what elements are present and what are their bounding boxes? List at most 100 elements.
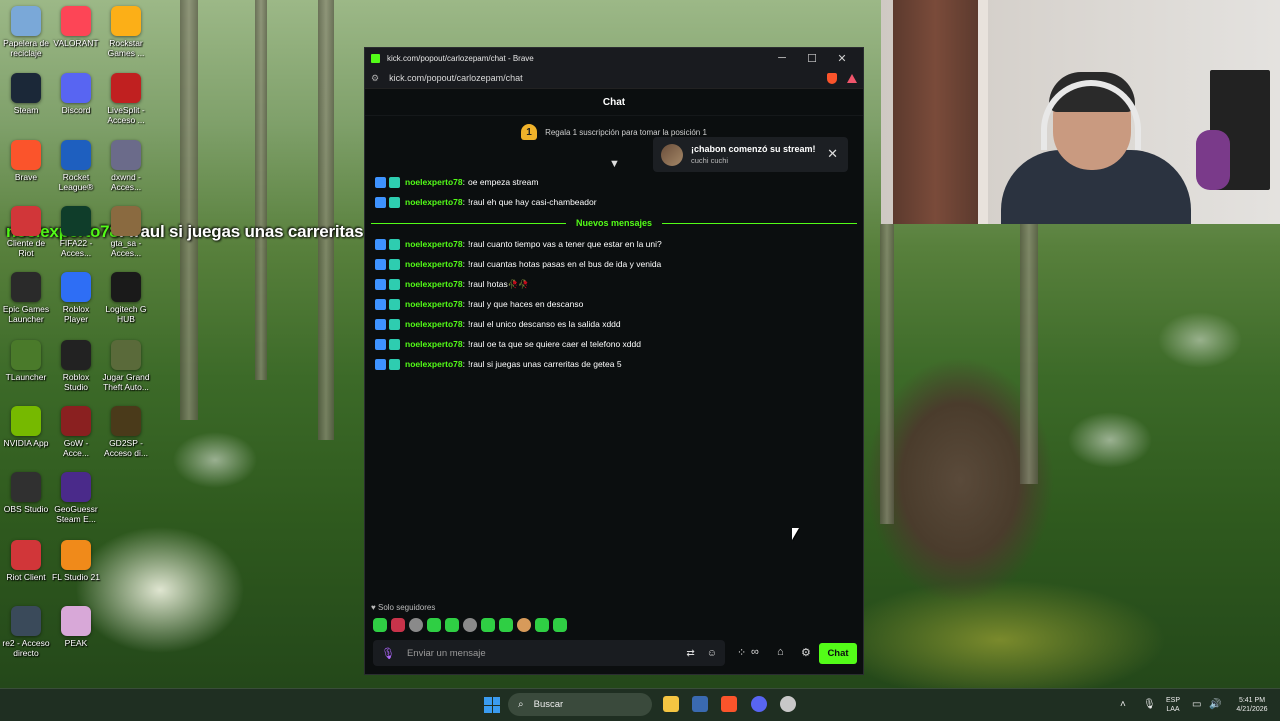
windows-start-icon[interactable]	[484, 697, 500, 713]
desktop-icon[interactable]: Epic Games Launcher	[0, 272, 52, 324]
microphone-icon[interactable]: 🎙	[1143, 699, 1156, 710]
chat-message: noelexperto78: oe empeza stream	[365, 172, 863, 192]
emote-icon[interactable]	[535, 618, 549, 632]
desktop-icon[interactable]: Brave	[0, 140, 52, 182]
emote-icon[interactable]	[445, 618, 459, 632]
desktop-icon-label: gta_sa - Acces...	[110, 238, 142, 258]
minimize-button[interactable]: ─	[767, 52, 797, 64]
badge-icon	[375, 298, 386, 310]
livesplit-icon	[111, 73, 141, 103]
desktop-icon[interactable]: FL Studio 21	[50, 540, 102, 582]
brave-shield-icon[interactable]	[827, 72, 837, 84]
riot-client-icon[interactable]	[780, 696, 796, 712]
chat-message-input[interactable]	[404, 646, 675, 660]
clock[interactable]: 5:41 PM 4/21/2026	[1228, 696, 1276, 714]
desktop-icon[interactable]: Jugar Grand Theft Auto...	[100, 340, 152, 392]
language-indicator[interactable]: ESP LAA	[1163, 696, 1183, 714]
chat-separator: :	[462, 279, 466, 289]
emote-icon[interactable]	[553, 618, 567, 632]
chat-text: !raul el unico descanso es la salida xdd…	[468, 319, 621, 329]
brave-rewards-icon[interactable]	[847, 73, 857, 83]
microphone-icon[interactable]: 🎙	[381, 647, 395, 660]
address-bar[interactable]: ⚙ kick.com/popout/carlozepam/chat	[365, 68, 863, 89]
close-toast-icon[interactable]: ✕	[827, 146, 838, 162]
chat-username[interactable]: noelexperto78	[405, 197, 463, 207]
desktop-icon[interactable]: Rocket League®	[50, 140, 102, 192]
badge-icon	[375, 176, 386, 188]
kick-points-icon[interactable]: ⁘	[737, 646, 746, 659]
file-explorer-icon[interactable]	[663, 696, 679, 712]
desktop-icon[interactable]: TLauncher	[0, 340, 52, 382]
gear-icon[interactable]: ⚙	[801, 646, 811, 659]
volume-icon[interactable]: 🔊	[1209, 699, 1221, 710]
desktop-icon[interactable]: VALORANT	[50, 6, 102, 48]
badge-icon	[375, 196, 386, 208]
desktop-icon[interactable]: Logitech G HUB	[100, 272, 152, 324]
emote-icon[interactable]	[391, 618, 405, 632]
chat-username[interactable]: noelexperto78	[405, 259, 463, 269]
desktop-icon[interactable]: Roblox Studio	[50, 340, 102, 392]
desktop-icon[interactable]: Papelera de reciclaje	[0, 6, 52, 58]
emote-icon[interactable]	[373, 618, 387, 632]
site-settings-icon[interactable]: ⚙	[371, 73, 379, 84]
infinity-icon[interactable]: ∞	[751, 646, 759, 658]
desktop-icon[interactable]: LiveSplit - Acceso ...	[100, 73, 152, 125]
desktop-icon[interactable]: OBS Studio	[0, 472, 52, 514]
emote-icon[interactable]	[499, 618, 513, 632]
desktop-icon[interactable]: GD2SP - Acceso di...	[100, 406, 152, 458]
emote-icon[interactable]	[409, 618, 423, 632]
desktop-icon[interactable]: Riot Client	[0, 540, 52, 582]
emote-icon[interactable]	[517, 618, 531, 632]
desktop-icon[interactable]: Cliente de Riot	[0, 206, 52, 258]
stream-start-toast[interactable]: ¡chabon comenzó su stream! cuchi cuchi ✕	[653, 137, 848, 172]
badge-icon	[389, 318, 400, 330]
desktop-icon[interactable]: Roblox Player	[50, 272, 102, 324]
url-text[interactable]: kick.com/popout/carlozepam/chat	[389, 73, 827, 83]
chat-message: noelexperto78: !raul hotas🥀🥀	[365, 274, 863, 294]
divider-line	[371, 222, 566, 224]
desktop-icon[interactable]: Rockstar Games ...	[100, 6, 152, 58]
desktop-icon[interactable]: dxwnd - Acces...	[100, 140, 152, 192]
desktop-icon[interactable]: NVIDIA App	[0, 406, 52, 448]
desktop-icon[interactable]: Discord	[50, 73, 102, 115]
desktop-icon[interactable]: PEAK	[50, 606, 102, 648]
chat-username[interactable]: noelexperto78	[405, 177, 463, 187]
epic-games-icon	[11, 272, 41, 302]
store-icon[interactable]	[692, 696, 708, 712]
desktop-icon[interactable]: Steam	[0, 73, 52, 115]
chat-username[interactable]: noelexperto78	[405, 279, 463, 289]
maximize-button[interactable]: ☐	[797, 52, 827, 65]
desktop-icon-label: GeoGuessr Steam E...	[54, 504, 98, 524]
chat-input-box[interactable]: 🎙 ⇄ ☺	[373, 640, 725, 666]
roblox-icon	[61, 272, 91, 302]
discord-icon[interactable]	[751, 696, 767, 712]
brave-icon[interactable]	[721, 696, 737, 712]
network-icon[interactable]: ▭	[1192, 699, 1201, 710]
desktop-icon[interactable]: re2 - Acceso directo	[0, 606, 52, 658]
chat-username[interactable]: noelexperto78	[405, 339, 463, 349]
desktop-icon-label: GoW - Acce...	[63, 438, 89, 458]
rockstar-icon	[111, 6, 141, 36]
chat-username[interactable]: noelexperto78	[405, 319, 463, 329]
send-chat-button[interactable]: Chat	[819, 643, 857, 664]
badge-icon	[375, 258, 386, 270]
translate-icon[interactable]: ⇄	[686, 648, 694, 659]
close-window-button[interactable]: ✕	[827, 52, 857, 65]
chevron-up-icon[interactable]: ˄	[1120, 699, 1126, 710]
desktop-icon[interactable]: GeoGuessr Steam E...	[50, 472, 102, 524]
chat-username[interactable]: noelexperto78	[405, 299, 463, 309]
emote-icon[interactable]	[427, 618, 441, 632]
taskbar-search[interactable]: ⌕ Buscar	[508, 693, 652, 716]
gift-icon[interactable]: ⌂	[777, 646, 784, 658]
emote-icon[interactable]	[463, 618, 477, 632]
desktop-icon[interactable]: GoW - Acce...	[50, 406, 102, 458]
desktop-icon[interactable]: FIFA22 - Acces...	[50, 206, 102, 258]
desktop-icon[interactable]: gta_sa - Acces...	[100, 206, 152, 258]
pinned-expand-icon[interactable]: ▼	[609, 158, 620, 170]
emoji-picker-icon[interactable]: ☺	[707, 648, 717, 659]
chat-text: !raul cuantas hotas pasas en el bus de i…	[468, 259, 662, 269]
chat-username[interactable]: noelexperto78	[405, 239, 463, 249]
chat-username[interactable]: noelexperto78	[405, 359, 463, 369]
emote-icon[interactable]	[481, 618, 495, 632]
window-titlebar[interactable]: kick.com/popout/carlozepam/chat - Brave …	[365, 48, 863, 68]
